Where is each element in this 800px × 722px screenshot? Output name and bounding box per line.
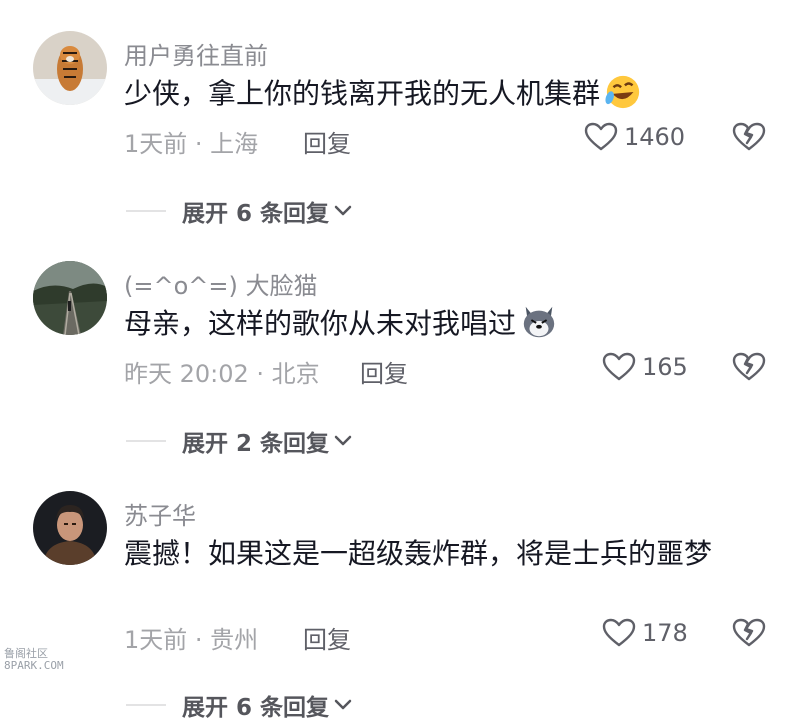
like-count: 178 bbox=[642, 619, 688, 647]
chevron-down-icon bbox=[334, 435, 352, 446]
avatar-tiger[interactable] bbox=[33, 31, 107, 105]
time-location: 1天前 · 贵州 bbox=[124, 626, 259, 654]
divider-line bbox=[126, 704, 166, 706]
reply-button[interactable]: 回复 bbox=[303, 620, 351, 655]
comment-text-body: 震撼！如果这是一超级轰炸群，将是士兵的噩梦 bbox=[124, 537, 713, 570]
broken-heart-icon bbox=[732, 122, 766, 151]
dislike-button[interactable] bbox=[732, 121, 766, 153]
comment-text: 震撼！如果这是一超级轰炸群，将是士兵的噩梦 bbox=[124, 532, 760, 576]
comment-text: 少侠，拿上你的钱离开我的无人机集群 bbox=[124, 72, 760, 116]
username[interactable]: (=^o^=) 大脸猫 bbox=[124, 266, 317, 301]
time-location: 昨天 20:02 · 北京 bbox=[124, 360, 320, 388]
like-button[interactable]: 1460 bbox=[584, 122, 685, 152]
broken-heart-icon bbox=[732, 618, 766, 647]
reply-button[interactable]: 回复 bbox=[360, 354, 408, 389]
husky-dog-emoji bbox=[520, 303, 558, 341]
broken-heart-icon bbox=[732, 352, 766, 381]
dislike-button[interactable] bbox=[732, 617, 766, 649]
like-button[interactable]: 165 bbox=[602, 352, 688, 382]
reply-button[interactable]: 回复 bbox=[303, 124, 351, 159]
comment-text-body: 母亲，这样的歌你从未对我唱过 bbox=[124, 307, 517, 340]
expand-replies-button[interactable]: 展开 2 条回复 bbox=[126, 424, 353, 458]
avatar-portrait[interactable] bbox=[33, 491, 107, 565]
comment-text: 母亲，这样的歌你从未对我唱过 bbox=[124, 302, 760, 346]
rolling-laughing-emoji bbox=[604, 73, 642, 111]
chevron-down-icon bbox=[334, 699, 352, 710]
heart-icon bbox=[602, 618, 636, 647]
like-count: 1460 bbox=[624, 123, 686, 151]
username[interactable]: 苏子华 bbox=[124, 496, 196, 531]
expand-replies-label: 展开 2 条回复 bbox=[182, 431, 330, 457]
like-button[interactable]: 178 bbox=[602, 618, 688, 648]
avatar-railway[interactable] bbox=[33, 261, 107, 335]
watermark-line2: 8PARK.COM bbox=[4, 659, 64, 672]
heart-icon bbox=[584, 122, 618, 151]
heart-icon bbox=[602, 352, 636, 381]
like-count: 165 bbox=[642, 353, 688, 381]
chevron-down-icon bbox=[334, 205, 352, 216]
divider-line bbox=[126, 440, 166, 442]
site-watermark: 鲁阁社区 8PARK.COM bbox=[4, 648, 64, 672]
expand-replies-button[interactable]: 展开 6 条回复 bbox=[126, 194, 353, 228]
dislike-button[interactable] bbox=[732, 351, 766, 383]
username[interactable]: 用户勇往直前 bbox=[124, 36, 268, 71]
comment-text-body: 少侠，拿上你的钱离开我的无人机集群 bbox=[124, 77, 601, 110]
expand-replies-label: 展开 6 条回复 bbox=[182, 201, 330, 227]
time-location: 1天前 · 上海 bbox=[124, 130, 259, 158]
divider-line bbox=[126, 210, 166, 212]
